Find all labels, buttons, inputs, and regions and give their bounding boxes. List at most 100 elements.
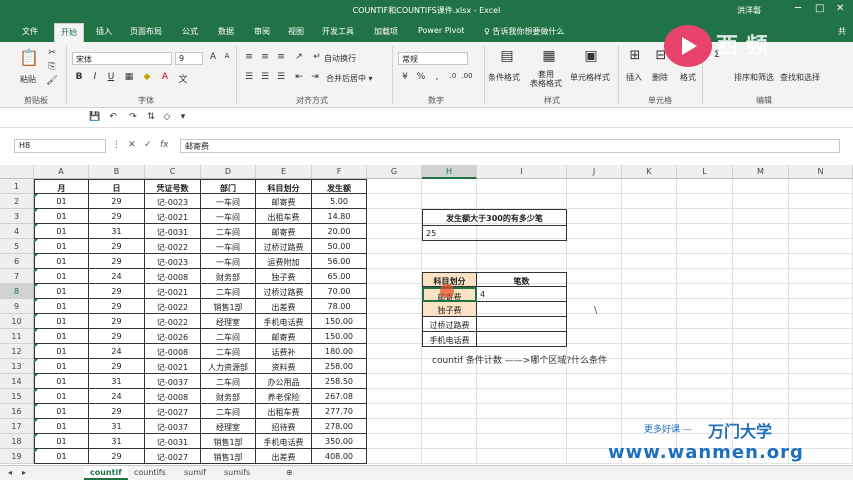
fill-color-icon[interactable]: ◆ <box>140 72 154 84</box>
row-header[interactable]: 5 <box>0 239 34 254</box>
grid-cell[interactable]: 24 <box>89 344 145 359</box>
grid-cell[interactable]: 277.70 <box>312 404 367 419</box>
customize-qat-icon[interactable]: ▾ <box>176 112 190 124</box>
grid-cell[interactable] <box>733 314 789 329</box>
increase-decimal-icon[interactable]: .0 <box>446 72 460 84</box>
grid-cell[interactable]: 150.00 <box>312 314 367 329</box>
grid-cell[interactable]: 01 <box>34 389 89 404</box>
col-header-n[interactable]: N <box>789 165 853 179</box>
grid-cell[interactable]: 70.00 <box>312 284 367 299</box>
name-box-dropdown-icon[interactable]: ⋮ <box>112 140 121 150</box>
grid-cell[interactable]: 记-0008 <box>145 269 201 284</box>
grid-cell[interactable] <box>733 284 789 299</box>
share-button[interactable]: 共 <box>838 26 846 37</box>
grid-cell[interactable] <box>677 284 733 299</box>
grid-cell[interactable] <box>567 194 622 209</box>
increase-indent-icon[interactable]: ⇥ <box>308 72 322 84</box>
grid-cell[interactable] <box>422 404 477 419</box>
grid-cell[interactable]: 二车间 <box>201 404 256 419</box>
grid-cell[interactable] <box>677 269 733 284</box>
grid-cell[interactable]: 180.00 <box>312 344 367 359</box>
grid-cell[interactable]: 01 <box>34 314 89 329</box>
col-header-m[interactable]: M <box>733 165 789 179</box>
grid-cell[interactable] <box>789 299 853 314</box>
grid-cell[interactable]: 24 <box>89 269 145 284</box>
grid-cell[interactable]: 发生额 <box>312 179 367 194</box>
grid-cell[interactable] <box>477 374 567 389</box>
grid-cell[interactable]: 过桥过路费 <box>256 239 312 254</box>
grid-cell[interactable]: 31 <box>89 374 145 389</box>
formula-input[interactable]: 邮寄费 <box>180 139 840 153</box>
grid-cell[interactable]: 29 <box>89 359 145 374</box>
grid-cell[interactable]: 29 <box>89 299 145 314</box>
align-bottom-icon[interactable]: ≡ <box>274 52 288 64</box>
grid-cell[interactable] <box>367 389 422 404</box>
align-middle-icon[interactable]: ≡ <box>258 52 272 64</box>
conditional-format-button[interactable]: 条件格式 <box>488 72 520 83</box>
grid-cell[interactable]: 78.00 <box>312 299 367 314</box>
grid-cell[interactable] <box>622 194 677 209</box>
tab-file[interactable]: 文件 <box>22 26 38 37</box>
grid-cell[interactable]: 408.00 <box>312 449 367 464</box>
grid-cell[interactable]: 29 <box>89 284 145 299</box>
col-header-j[interactable]: J <box>567 165 622 179</box>
grid-cell[interactable]: 记-0031 <box>145 434 201 449</box>
grid-cell[interactable]: 20.00 <box>312 224 367 239</box>
grid-cell[interactable]: 二车间 <box>201 329 256 344</box>
redo-icon[interactable]: ↷ <box>126 112 140 124</box>
decrease-indent-icon[interactable]: ⇤ <box>292 72 306 84</box>
grid-cell[interactable] <box>677 224 733 239</box>
find-select-button[interactable]: 查找和选择 <box>780 72 820 83</box>
grid-cell[interactable] <box>422 389 477 404</box>
grid-cell[interactable] <box>367 209 422 224</box>
grid-cell[interactable] <box>622 329 677 344</box>
row-header[interactable]: 13 <box>0 359 34 374</box>
grid-cell[interactable]: 记-0027 <box>145 449 201 464</box>
sheet-tab-sumifs[interactable]: sumifs <box>218 466 256 480</box>
grid-cell[interactable]: 记-0021 <box>145 284 201 299</box>
grid-cell[interactable] <box>622 389 677 404</box>
col-header-e[interactable]: E <box>256 165 312 179</box>
grid-cell[interactable] <box>477 404 567 419</box>
grid-cell[interactable]: 部门 <box>201 179 256 194</box>
grid-cell[interactable]: 24 <box>89 389 145 404</box>
grid-cell[interactable] <box>622 404 677 419</box>
grid-cell[interactable]: 258.50 <box>312 374 367 389</box>
row-header[interactable]: 9 <box>0 299 34 314</box>
grid-cell[interactable] <box>422 449 477 464</box>
grid-cell[interactable]: 出差费 <box>256 449 312 464</box>
grid-cell[interactable]: 资料费 <box>256 359 312 374</box>
grid-cell[interactable]: 一车间 <box>201 194 256 209</box>
grid-cell[interactable] <box>367 284 422 299</box>
grid-cell[interactable]: 01 <box>34 239 89 254</box>
col-header-g[interactable]: G <box>367 165 422 179</box>
grid-cell[interactable] <box>677 239 733 254</box>
grid-cell[interactable] <box>789 329 853 344</box>
grid-cell[interactable] <box>367 344 422 359</box>
sheet-tab-countif[interactable]: countif <box>84 466 128 480</box>
grid-cell[interactable] <box>422 419 477 434</box>
grid-cell[interactable] <box>477 179 567 194</box>
bold-icon[interactable]: B <box>72 72 86 84</box>
col-header-h[interactable]: H <box>422 165 477 179</box>
grid-cell[interactable]: 财务部 <box>201 269 256 284</box>
grid-cell[interactable]: 29 <box>89 404 145 419</box>
grid-cell[interactable]: 01 <box>34 344 89 359</box>
grid-cell[interactable]: 记-0037 <box>145 419 201 434</box>
grid-cell[interactable] <box>367 179 422 194</box>
grid-cell[interactable]: 56.00 <box>312 254 367 269</box>
font-size-select[interactable]: 9 <box>175 52 203 65</box>
grid-cell[interactable] <box>622 269 677 284</box>
undo-icon[interactable]: ↶ <box>106 112 120 124</box>
grid-cell[interactable]: 31 <box>89 434 145 449</box>
summary-count-cell[interactable] <box>477 332 567 347</box>
grid-cell[interactable] <box>422 254 477 269</box>
grid-cell[interactable]: 话费补 <box>256 344 312 359</box>
row-header[interactable]: 1 <box>0 179 34 194</box>
grid-cell[interactable] <box>789 269 853 284</box>
row-header[interactable]: 14 <box>0 374 34 389</box>
grid-cell[interactable] <box>567 224 622 239</box>
cancel-icon[interactable]: ✕ <box>128 140 136 150</box>
grid-cell[interactable] <box>622 359 677 374</box>
underline-icon[interactable]: U <box>104 72 118 84</box>
